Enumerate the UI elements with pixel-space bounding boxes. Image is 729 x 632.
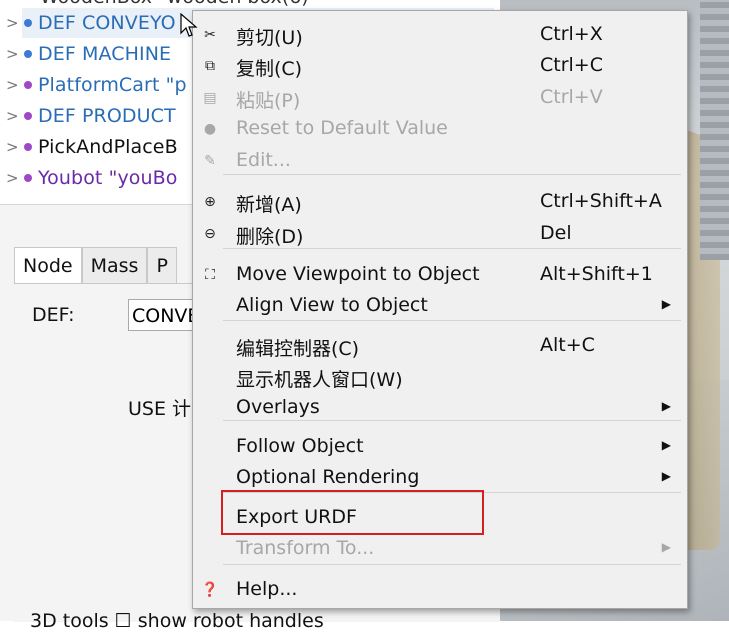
chevron-right-icon[interactable]: > [6, 169, 22, 187]
menu-item-label: 编辑控制器(C) [236, 338, 360, 360]
menu-item[interactable]: ⊕ 新增(A) Ctrl+Shift+A [193, 187, 687, 217]
tree-item-label: PlatformCart "p [38, 74, 187, 96]
submenu-arrow-icon: ▶ [661, 540, 671, 554]
copy-icon: ⧉ [205, 58, 215, 74]
menu-item[interactable]: Optional Rendering ▶ [193, 463, 687, 493]
menu-item-label: Help... [236, 578, 298, 600]
menu-item[interactable]: 编辑控制器(C) Alt+C [193, 331, 687, 361]
menu-item-label: 复制(C) [236, 58, 303, 80]
menu-item-label: 显示机器人窗口(W) [236, 369, 403, 391]
tree-item-label: DEF PRODUCT [38, 105, 176, 127]
menu-item-shortcut: Ctrl+X [540, 23, 603, 45]
chevron-right-icon[interactable]: > [6, 76, 22, 94]
menu-item-shortcut: Alt+C [540, 334, 595, 356]
menu-item[interactable]: 显示机器人窗口(W) [193, 362, 687, 392]
tree-item[interactable]: > PickAndPlaceB [6, 132, 178, 162]
chevron-right-icon[interactable]: > [6, 45, 22, 63]
tree-item-label: DEF MACHINE [38, 43, 172, 65]
menu-item-label: Move Viewpoint to Object [236, 263, 480, 285]
menu-item: ● Reset to Default Value [193, 114, 687, 144]
tab-node[interactable]: Node [14, 247, 82, 284]
add-icon: ⊕ [204, 194, 216, 210]
chevron-right-icon[interactable]: > [6, 138, 22, 156]
menu-item-label: Optional Rendering [236, 466, 420, 488]
menu-item[interactable]: ⛶ Move Viewpoint to Object Alt+Shift+1 [193, 260, 687, 290]
cut-icon: ✂ [204, 27, 216, 43]
use-count-label: USE 计 [128, 398, 192, 420]
menu-item[interactable]: Align View to Object ▶ [193, 291, 687, 321]
menu-item-label: 剪切(U) [236, 27, 303, 49]
menu-item[interactable]: ✂ 剪切(U) Ctrl+X [193, 20, 687, 50]
node-dot-icon [24, 50, 32, 58]
chevron-right-icon[interactable]: > [6, 14, 22, 32]
menu-item[interactable]: Overlays ▶ [193, 393, 687, 423]
tree-item[interactable]: > DEF MACHINE [6, 39, 171, 69]
menu-item[interactable]: ❓ Help... [193, 575, 687, 605]
chevron-right-icon[interactable]: > [6, 107, 22, 125]
node-dot-icon [24, 174, 32, 182]
3d-wall [700, 0, 729, 260]
def-label: DEF: [32, 304, 75, 326]
menu-item-label: Transform To... [236, 537, 375, 559]
property-tabs: Node Mass P [14, 247, 177, 284]
menu-item-shortcut: Ctrl+V [540, 86, 603, 108]
menu-item-label: Follow Object [236, 435, 364, 457]
delete-icon: ⊖ [204, 226, 216, 242]
submenu-arrow-icon: ▶ [661, 438, 671, 452]
menu-item: ✎ Edit... [193, 146, 687, 176]
menu-separator [223, 564, 681, 565]
submenu-arrow-icon: ▶ [661, 469, 671, 483]
node-dot-icon [24, 81, 32, 89]
menu-item-shortcut: Ctrl+Shift+A [540, 190, 662, 212]
reset-icon: ● [203, 121, 217, 137]
menu-item: Transform To... ▶ [193, 534, 687, 564]
tree-item-label: Youbot "youBo [38, 167, 178, 189]
menu-item[interactable]: ⧉ 复制(C) Ctrl+C [193, 51, 687, 81]
tab-mass[interactable]: Mass [81, 247, 148, 284]
menu-item-label: 粘贴(P) [236, 90, 301, 112]
menu-item[interactable]: ⊖ 删除(D) Del [193, 219, 687, 249]
menu-item-shortcut: Del [540, 222, 572, 244]
tree-item-label: PickAndPlaceB [38, 136, 178, 158]
menu-item-label: Reset to Default Value [236, 117, 448, 139]
tree-item-label: DEF CONVEYO [38, 12, 176, 34]
menu-item-label: 删除(D) [236, 226, 304, 248]
menu-item-shortcut: Ctrl+C [540, 54, 603, 76]
menu-item-label: Overlays [236, 396, 320, 418]
help-icon: ❓ [201, 582, 219, 598]
menu-item-label: Align View to Object [236, 294, 428, 316]
menu-item[interactable]: Follow Object ▶ [193, 432, 687, 462]
move-viewpoint-icon: ⛶ [205, 267, 215, 283]
menu-item: ▤ 粘贴(P) Ctrl+V [193, 83, 687, 113]
annotation-highlight-box [221, 490, 484, 535]
menu-item-shortcut: Alt+Shift+1 [540, 263, 653, 285]
3d-tools-row[interactable]: 3D tools ☐ show robot handles [30, 610, 324, 632]
menu-item-label: 新增(A) [236, 194, 302, 216]
node-dot-icon [24, 112, 32, 120]
edit-icon: ✎ [204, 153, 216, 169]
submenu-arrow-icon: ▶ [661, 297, 671, 311]
tree-item-partial: WoodenBox "wooden box(6)" [40, 0, 317, 8]
menu-item-label: Edit... [236, 149, 291, 171]
tree-item[interactable]: > DEF CONVEYO [6, 8, 176, 38]
tab-physics[interactable]: P [147, 247, 177, 284]
paste-icon: ▤ [203, 90, 217, 106]
node-dot-icon [24, 143, 32, 151]
tree-item[interactable]: > DEF PRODUCT [6, 101, 176, 131]
tree-item[interactable]: > Youbot "youBo [6, 163, 178, 193]
submenu-arrow-icon: ▶ [661, 399, 671, 413]
mouse-cursor-icon [180, 13, 198, 37]
node-dot-icon [24, 19, 32, 27]
tree-item[interactable]: > PlatformCart "p [6, 70, 187, 100]
